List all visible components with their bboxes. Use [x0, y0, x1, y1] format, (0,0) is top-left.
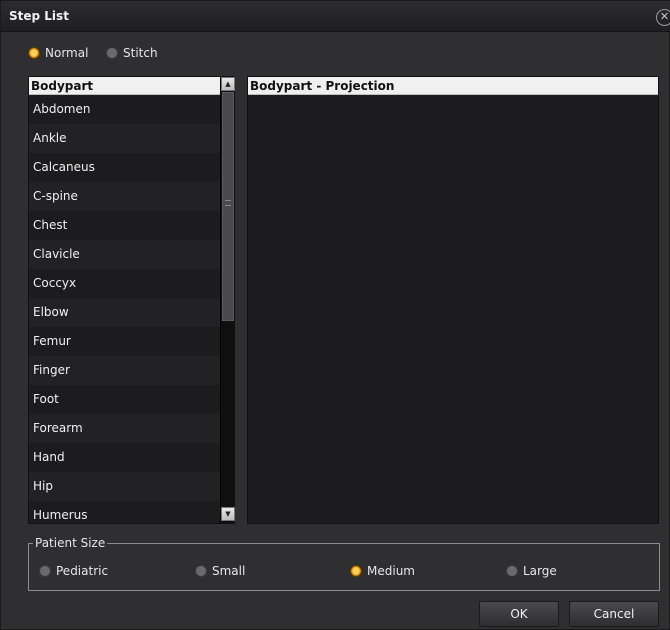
- bodypart-list: Bodypart Abdomen Ankle Calcaneus C-spine…: [28, 76, 235, 524]
- radio-dot-icon: [106, 47, 118, 59]
- projection-list[interactable]: Bodypart - Projection: [247, 76, 659, 524]
- list-item[interactable]: Femur: [29, 327, 221, 356]
- radio-dot-icon: [350, 565, 362, 577]
- projection-list-header: Bodypart - Projection: [248, 77, 658, 95]
- ok-button[interactable]: OK: [479, 601, 559, 627]
- radio-dot-icon: [28, 47, 40, 59]
- list-item[interactable]: Elbow: [29, 298, 221, 327]
- list-item[interactable]: Clavicle: [29, 240, 221, 269]
- radio-stitch-label: Stitch: [123, 46, 158, 60]
- bodypart-list-body: Abdomen Ankle Calcaneus C-spine Chest Cl…: [29, 95, 221, 523]
- scroll-down-icon[interactable]: ▼: [221, 507, 235, 521]
- list-item[interactable]: Chest: [29, 211, 221, 240]
- list-item[interactable]: Calcaneus: [29, 153, 221, 182]
- radio-medium[interactable]: Medium: [350, 564, 415, 578]
- list-item[interactable]: Ankle: [29, 124, 221, 153]
- list-item[interactable]: C-spine: [29, 182, 221, 211]
- radio-normal[interactable]: Normal: [28, 46, 88, 60]
- radio-dot-icon: [195, 565, 207, 577]
- radio-normal-label: Normal: [45, 46, 89, 60]
- cancel-button[interactable]: Cancel: [569, 601, 659, 627]
- bodypart-scrollbar[interactable]: ▲ ▼: [220, 76, 235, 524]
- list-item[interactable]: Hand: [29, 443, 221, 472]
- scroll-thumb[interactable]: [222, 92, 234, 321]
- radio-dot-icon: [39, 565, 51, 577]
- radio-large-label: Large: [523, 564, 557, 578]
- scroll-up-icon[interactable]: ▲: [221, 77, 235, 91]
- radio-medium-label: Medium: [367, 564, 415, 578]
- dialog-title: Step List: [9, 9, 69, 23]
- radio-small-label: Small: [212, 564, 246, 578]
- list-item[interactable]: Abdomen: [29, 95, 221, 124]
- list-item[interactable]: Foot: [29, 385, 221, 414]
- list-item[interactable]: Humerus: [29, 501, 221, 523]
- radio-dot-icon: [506, 565, 518, 577]
- radio-stitch[interactable]: Stitch: [106, 46, 158, 60]
- close-icon[interactable]: ✕: [656, 9, 670, 26]
- list-item[interactable]: Finger: [29, 356, 221, 385]
- step-list-dialog: Step List ✕ Normal Stitch Bodypart Abdom…: [0, 0, 670, 630]
- bodypart-list-header: Bodypart: [29, 77, 234, 95]
- list-item[interactable]: Forearm: [29, 414, 221, 443]
- patient-size-legend: Patient Size: [33, 536, 108, 550]
- radio-small[interactable]: Small: [195, 564, 245, 578]
- list-item[interactable]: Coccyx: [29, 269, 221, 298]
- title-bar: Step List ✕: [1, 1, 670, 32]
- radio-pediatric-label: Pediatric: [56, 564, 109, 578]
- list-item[interactable]: Hip: [29, 472, 221, 501]
- radio-pediatric[interactable]: Pediatric: [39, 564, 108, 578]
- patient-size-group: Patient Size Pediatric Small Medium Larg…: [28, 536, 660, 591]
- radio-large[interactable]: Large: [506, 564, 557, 578]
- grip-icon: [225, 200, 231, 206]
